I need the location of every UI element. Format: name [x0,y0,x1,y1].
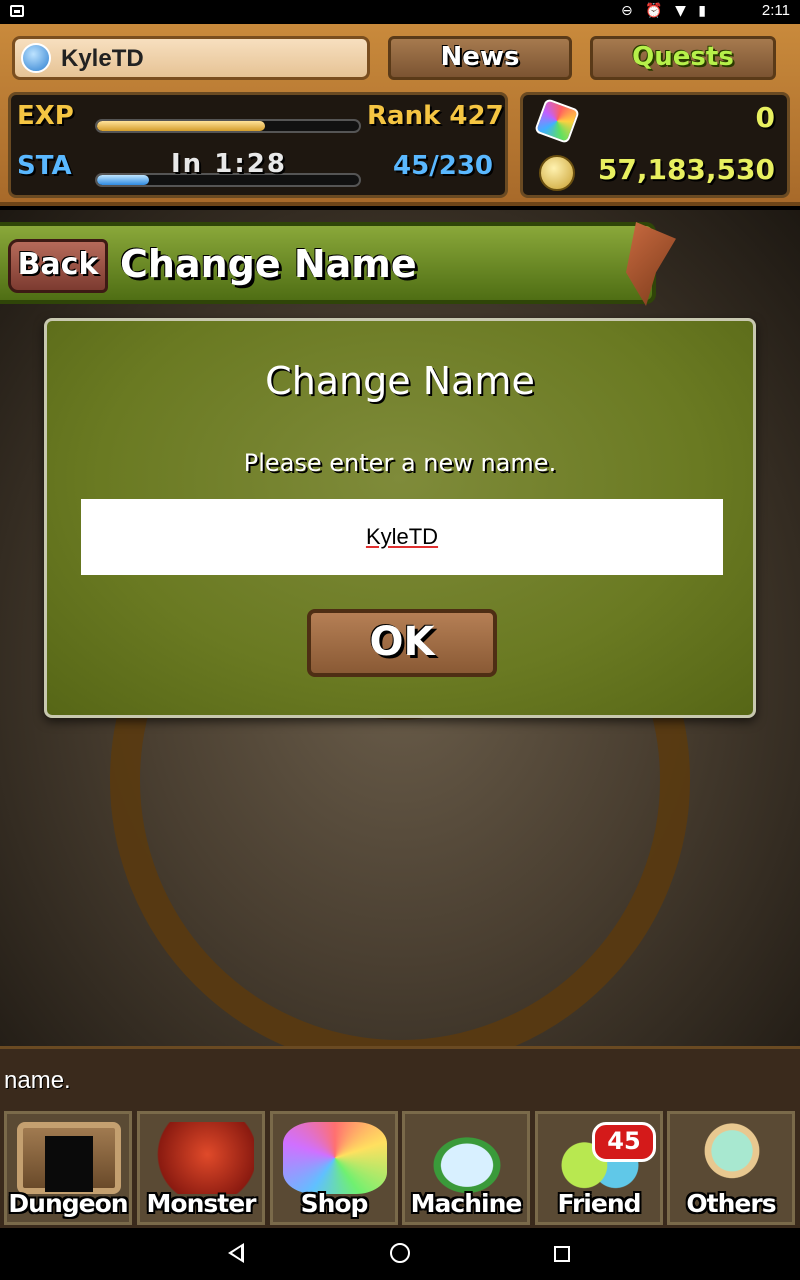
shop-gem-icon [283,1122,387,1194]
sta-label: STA [17,151,72,181]
bottom-menu-area: name. Dungeon Monster Shop Machine 45 Fr… [0,1046,800,1228]
nav-recents-icon[interactable] [554,1246,570,1262]
egg-machine-icon [415,1122,519,1194]
player-name-box[interactable]: KyleTD [12,36,370,80]
monster-label: Monster [146,1189,257,1218]
page-title: Change Name [120,242,417,286]
stamina-bar-fill [97,175,150,185]
game-header: KyleTD News Quests EXP Rank 427 STA In 1… [0,24,800,206]
status-bar: ⊖ ⏰ ▼ ▮ 2:11 [0,0,800,24]
stats-panel: EXP Rank 427 STA In 1:28 45/230 [8,92,508,198]
screenshot-icon [10,5,24,17]
magic-stone-icon [533,97,581,145]
exp-bar [95,119,361,133]
ok-button[interactable]: OK [307,609,497,677]
currency-panel: 0 57,183,530 [520,92,790,198]
dungeon-label: Dungeon [8,1189,128,1218]
nav-back-icon[interactable] [228,1243,244,1263]
dungeon-icon [17,1122,121,1194]
news-button[interactable]: News [388,36,572,80]
others-button[interactable]: Others [667,1111,795,1225]
android-nav-bar [0,1230,800,1280]
dialog-title: Change Name [265,359,535,403]
player-name: KyleTD [61,45,144,72]
machine-button[interactable]: Machine [402,1111,530,1225]
stamina-value: 45/230 [393,151,493,181]
coin-count: 57,183,530 [597,153,775,186]
status-icons: ⊖ ⏰ ▼ ▮ [621,3,710,19]
shop-label: Shop [300,1189,369,1218]
monster-button[interactable]: Monster [137,1111,265,1225]
dialog-message: Please enter a new name. [243,449,557,477]
others-label: Others [686,1189,776,1218]
quests-button[interactable]: Quests [590,36,776,80]
exp-label: EXP [17,101,74,131]
shop-button[interactable]: Shop [270,1111,398,1225]
change-name-dialog: Change Name Please enter a new name. OK [44,318,756,718]
rank-text: Rank 427 [367,101,504,131]
friend-label: Friend [557,1189,641,1218]
machine-label: Machine [410,1189,523,1218]
friend-button[interactable]: 45 Friend [535,1111,663,1225]
hint-text: name. [4,1067,71,1094]
question-mark-icon [680,1122,784,1194]
nav-home-icon[interactable] [390,1243,410,1263]
player-attribute-icon [21,43,51,73]
friend-count-badge: 45 [592,1122,656,1162]
exp-bar-fill [97,121,265,131]
stamina-timer: In 1:28 [171,149,287,179]
monster-icon [150,1122,254,1194]
coin-icon [539,155,575,191]
title-bar: Back Change Name [0,222,656,304]
back-button[interactable]: Back [8,239,108,293]
name-input[interactable] [81,499,723,575]
status-time: 2:11 [761,2,790,19]
dungeon-button[interactable]: Dungeon [4,1111,132,1225]
magic-stone-count: 0 [755,101,775,134]
